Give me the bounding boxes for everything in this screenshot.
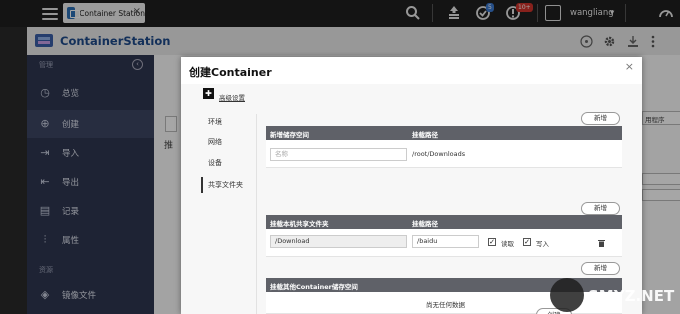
volume-col-mount: 挂载路径 bbox=[412, 131, 438, 139]
advanced-settings-link[interactable]: 高级设置 bbox=[219, 92, 245, 102]
add-shared-folder-button[interactable]: 新增 bbox=[581, 202, 620, 215]
volume-col-name: 新增储存空间 bbox=[270, 131, 309, 139]
volume-table-row: 名称 /root/Downloads bbox=[266, 140, 622, 168]
write-checkbox[interactable]: ✓ bbox=[523, 238, 531, 246]
dialog-close-icon[interactable]: × bbox=[625, 60, 634, 73]
write-label: 写入 bbox=[536, 240, 549, 248]
watermark-text: SMYZ.NET bbox=[588, 287, 675, 305]
container-volume-col: 挂载其他Container储存空间 bbox=[270, 283, 358, 291]
add-container-volume-button[interactable]: 新增 bbox=[581, 262, 620, 275]
tab-environment[interactable]: 环境 bbox=[201, 114, 257, 130]
advanced-settings-icon[interactable]: ✚ bbox=[203, 88, 214, 99]
settings-tabs: 环境 网络 设备 共享文件夹 bbox=[201, 114, 257, 314]
shared-folder-table-header: 挂载本机共享文件夹 挂载路径 bbox=[266, 215, 622, 229]
create-container-dialog: 创建Container × ✚ 高级设置 环境 网络 设备 共享文件夹 新增 新… bbox=[181, 57, 642, 314]
read-label: 读取 bbox=[501, 240, 514, 248]
container-mount-path-input[interactable]: /baidu bbox=[412, 235, 479, 248]
volume-table-header: 新增储存空间 挂载路径 bbox=[266, 126, 622, 140]
delete-trash-icon[interactable] bbox=[598, 239, 605, 247]
read-checkbox[interactable]: ✓ bbox=[488, 238, 496, 246]
watermark: SMYZ.NET bbox=[550, 278, 680, 314]
watermark-logo-icon bbox=[550, 278, 584, 312]
shared-folder-row: /Download /baidu ✓ 读取 ✓ 写入 bbox=[266, 229, 622, 257]
shared-col-folder: 挂载本机共享文件夹 bbox=[270, 220, 329, 228]
volume-name-input[interactable]: 名称 bbox=[270, 148, 407, 161]
shared-col-mount: 挂载路径 bbox=[412, 220, 438, 228]
tab-device[interactable]: 设备 bbox=[201, 155, 257, 171]
host-folder-field[interactable]: /Download bbox=[270, 235, 407, 248]
dialog-title: 创建Container bbox=[189, 66, 272, 79]
empty-state-text: 尚无任何数据 bbox=[426, 301, 465, 309]
add-volume-button[interactable]: 新增 bbox=[581, 112, 620, 125]
tab-network[interactable]: 网络 bbox=[201, 134, 257, 150]
tab-shared-folders[interactable]: 共享文件夹 bbox=[201, 177, 257, 193]
volume-mount-path[interactable]: /root/Downloads bbox=[412, 150, 465, 158]
